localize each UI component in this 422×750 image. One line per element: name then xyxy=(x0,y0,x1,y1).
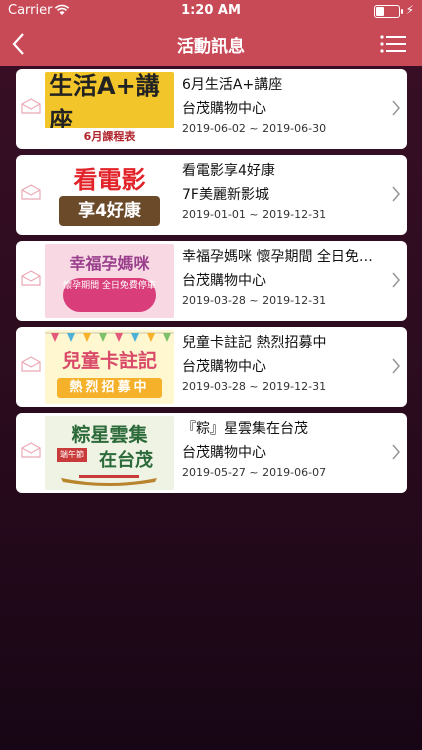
thumbnail-caption: 享4好康 xyxy=(59,196,160,226)
event-date-range: 2019-06-02 ~ 2019-06-30 xyxy=(182,122,327,135)
event-thumbnail: 看電影 享4好康 xyxy=(45,158,174,232)
event-card[interactable]: 生活A+講座 6月課程表 6月生活A+講座 台茂購物中心 2019-06-02 … xyxy=(16,69,407,149)
charging-icon: ⚡ xyxy=(405,3,414,17)
status-bar: Carrier 1:20 AM ⚡ xyxy=(0,0,422,22)
event-location: 台茂購物中心 xyxy=(182,273,266,289)
event-location: 台茂購物中心 xyxy=(182,101,266,117)
event-title: 兒童卡註記 熱烈招募中 xyxy=(182,335,327,351)
thumbnail-caption: 在台茂 xyxy=(99,450,153,471)
event-title: 看電影享4好康 xyxy=(182,163,275,179)
event-location: 台茂購物中心 xyxy=(182,359,266,375)
event-card[interactable]: 看電影 享4好康 看電影享4好康 7F美麗新影城 2019-01-01 ~ 20… xyxy=(16,155,407,235)
thumbnail-headline: 幸福孕媽咪 xyxy=(69,254,150,273)
event-thumbnail: 粽星雲集 端午節 在台茂 xyxy=(45,416,174,490)
chevron-right-icon xyxy=(392,186,401,202)
event-location: 台茂購物中心 xyxy=(182,445,266,461)
event-thumbnail: 幸福孕媽咪 懷孕期間 全日免費停車 xyxy=(45,244,174,318)
event-date-range: 2019-05-27 ~ 2019-06-07 xyxy=(182,466,327,479)
chevron-right-icon xyxy=(392,444,401,460)
thumbnail-headline: 生活A+講座 xyxy=(49,72,160,135)
page-title: 活動訊息 xyxy=(177,37,245,57)
event-card[interactable]: 粽星雲集 端午節 在台茂 『粽』星雲集在台茂 台茂購物中心 2019-05-27… xyxy=(16,413,407,493)
event-location: 7F美麗新影城 xyxy=(182,187,269,203)
event-thumbnail: 生活A+講座 6月課程表 xyxy=(45,72,174,146)
event-list: 生活A+講座 6月課程表 6月生活A+講座 台茂購物中心 2019-06-02 … xyxy=(16,69,407,499)
app-header: Carrier 1:20 AM ⚡ 活動訊息 xyxy=(0,0,422,66)
event-title: 幸福孕媽咪 懷孕期間 全日免… xyxy=(182,249,373,265)
thumbnail-caption: 6月課程表 xyxy=(45,128,174,146)
event-date-range: 2019-03-28 ~ 2019-12-31 xyxy=(182,380,327,393)
event-date-range: 2019-01-01 ~ 2019-12-31 xyxy=(182,208,327,221)
menu-button[interactable] xyxy=(380,34,406,54)
event-thumbnail: 兒童卡註記 熱烈招募中 xyxy=(45,330,174,404)
status-time: 1:20 AM xyxy=(181,3,241,18)
event-date-range: 2019-03-28 ~ 2019-12-31 xyxy=(182,294,327,307)
dragon-boat-icon xyxy=(61,475,157,486)
envelope-icon xyxy=(21,98,41,114)
envelope-icon xyxy=(21,442,41,458)
envelope-icon xyxy=(21,270,41,286)
event-card[interactable]: 幸福孕媽咪 懷孕期間 全日免費停車 幸福孕媽咪 懷孕期間 全日免… 台茂購物中心… xyxy=(16,241,407,321)
battery-icon xyxy=(374,5,403,18)
thumbnail-headline: 兒童卡註記 xyxy=(61,350,157,372)
chevron-right-icon xyxy=(392,272,401,288)
envelope-icon xyxy=(21,184,41,200)
thumbnail-headline: 粽星雲集 xyxy=(71,424,148,446)
thumbnail-caption: 懷孕期間 全日免費停車 xyxy=(63,278,156,312)
envelope-icon xyxy=(21,356,41,372)
thumbnail-tag: 端午節 xyxy=(57,448,87,462)
nav-bar: 活動訊息 xyxy=(0,22,422,66)
event-title: 『粽』星雲集在台茂 xyxy=(182,421,308,437)
chevron-right-icon xyxy=(392,358,401,374)
thumbnail-caption: 熱烈招募中 xyxy=(57,378,162,398)
chevron-right-icon xyxy=(392,100,401,116)
event-card[interactable]: 兒童卡註記 熱烈招募中 兒童卡註記 熱烈招募中 台茂購物中心 2019-03-2… xyxy=(16,327,407,407)
bunting-flags-icon xyxy=(45,332,174,342)
thumbnail-headline: 看電影 xyxy=(73,166,146,194)
event-title: 6月生活A+講座 xyxy=(182,77,283,93)
